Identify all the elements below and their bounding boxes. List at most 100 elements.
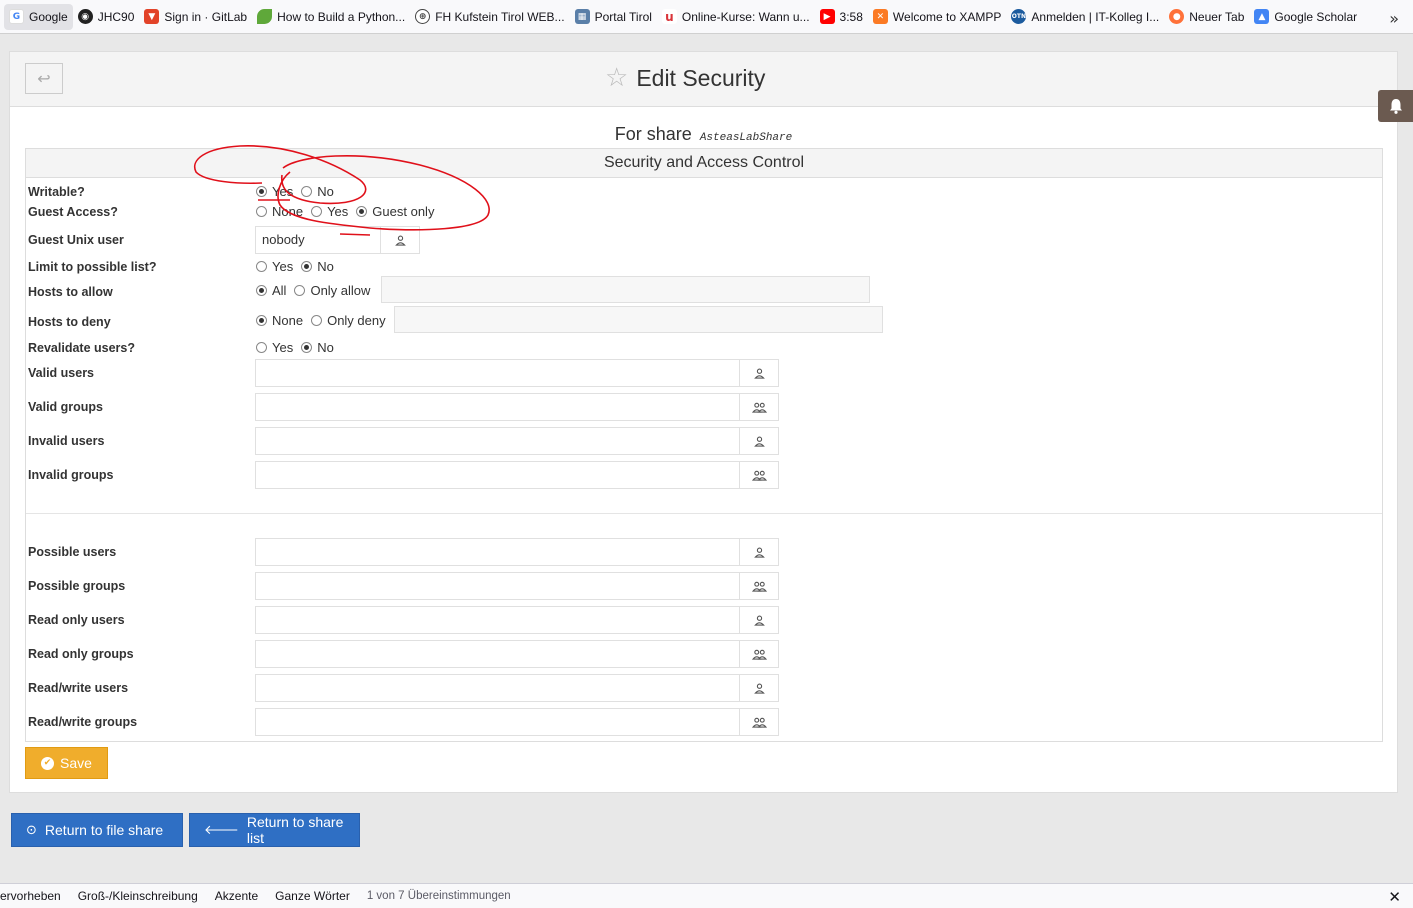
bookmark-google[interactable]: G Google [4, 3, 73, 30]
guest-access-yes-radio[interactable]: Yes [311, 204, 348, 219]
user-chooser-button[interactable] [739, 675, 778, 701]
invalid-users-input[interactable] [256, 428, 739, 454]
bookmarks-bar: G Google ◉ JHC90 ▼ Sign in · GitLab How to … [0, 0, 1413, 34]
return-to-share-list-button[interactable]: 🡐 Return to share list [189, 813, 360, 847]
bookmark-label: JHC90 [97, 9, 135, 24]
bookmark-portal-tirol[interactable]: ▦ Portal Tirol [570, 4, 657, 30]
hosts-allow-only-radio[interactable]: Only allow [294, 283, 370, 298]
return-to-file-share-button[interactable]: ⊙ Return to file share [11, 813, 183, 847]
limit-possible-yes-radio[interactable]: Yes [256, 259, 293, 274]
read-write-users-input[interactable] [256, 675, 739, 701]
youtube-icon: ▶ [819, 9, 835, 24]
user-chooser-button[interactable] [380, 227, 419, 253]
revalidate-yes-radio[interactable]: Yes [256, 340, 293, 355]
user-chooser-button[interactable] [739, 360, 778, 386]
hosts-deny-none-radio[interactable]: None [256, 313, 303, 328]
close-icon[interactable]: ✕ [1388, 888, 1401, 906]
valid-groups-field [255, 393, 779, 421]
section-title: Security and Access Control [26, 149, 1382, 178]
hosts-deny-label: Hosts to deny [28, 315, 111, 329]
read-write-users-label: Read/write users [28, 681, 129, 695]
valid-users-input[interactable] [256, 360, 739, 386]
bookmark-youtube[interactable]: ▶ 3:58 [815, 4, 868, 30]
group-chooser-button[interactable] [739, 462, 778, 488]
user-icon [753, 683, 765, 694]
back-button[interactable]: ↩ [25, 63, 63, 94]
bookmark-google-scholar[interactable]: ▲ Google Scholar [1249, 4, 1362, 30]
hosts-allow-all-radio[interactable]: All [256, 283, 286, 298]
possible-groups-input[interactable] [256, 573, 739, 599]
writable-yes-radio[interactable]: Yes [256, 184, 293, 199]
guest-access-none-radio[interactable]: None [256, 204, 303, 219]
bookmark-python[interactable]: How to Build a Python... [252, 4, 410, 30]
hosts-allow-input[interactable] [381, 276, 870, 303]
writable-radio-group: Yes No [256, 184, 342, 199]
group-chooser-button[interactable] [739, 573, 778, 599]
group-chooser-button[interactable] [739, 709, 778, 735]
bookmark-neuer-tab[interactable]: ● Neuer Tab [1164, 4, 1249, 30]
read-write-groups-input[interactable] [256, 709, 739, 735]
radio-dot [256, 285, 267, 296]
invalid-users-label: Invalid users [28, 434, 105, 448]
match-case-toggle[interactable]: Groß-/Kleinschreibung [78, 889, 198, 903]
revalidate-label: Revalidate users? [28, 341, 135, 355]
read-only-groups-input[interactable] [256, 641, 739, 667]
bookmark-xampp[interactable]: ✕ Welcome to XAMPP [868, 4, 1006, 30]
radio-label: Yes [272, 184, 294, 199]
read-only-groups-label: Read only groups [28, 647, 134, 661]
group-icon [751, 649, 767, 660]
possible-users-input[interactable] [256, 539, 739, 565]
match-diacritics-toggle[interactable]: Akzente [215, 889, 258, 903]
bookmark-online-kurse[interactable]: u Online-Kurse: Wann u... [657, 4, 815, 30]
guest-unix-user-label: Guest Unix user [28, 233, 124, 247]
valid-groups-input[interactable] [256, 394, 739, 420]
save-button[interactable]: ✔ Save [25, 747, 108, 779]
star-icon[interactable]: ☆ [605, 63, 628, 93]
bookmark-jhc90[interactable]: ◉ JHC90 [73, 4, 140, 30]
group-chooser-button[interactable] [739, 394, 778, 420]
hosts-allow-radio-group: All Only allow [256, 283, 378, 298]
page-title-text: Edit Security [636, 64, 766, 91]
bookmark-gitlab[interactable]: ▼ Sign in · GitLab [139, 4, 252, 30]
group-chooser-button[interactable] [739, 641, 778, 667]
share-heading: For share AsteasLabShare [10, 124, 1397, 145]
back-arrow-icon: ↩ [37, 69, 51, 88]
guest-access-guest-only-radio[interactable]: Guest only [356, 204, 434, 219]
highlight-all-toggle[interactable]: ervorheben [0, 889, 61, 903]
bookmark-label: Anmelden | IT-Kolleg I... [1031, 9, 1160, 24]
notification-button[interactable] [1378, 90, 1413, 122]
bookmark-label: Google [29, 9, 68, 24]
read-only-users-label: Read only users [28, 613, 125, 627]
radio-dot [301, 261, 313, 272]
panel-header: ↩ ☆ Edit Security [10, 52, 1397, 107]
more-bookmarks-icon[interactable]: » [1389, 9, 1399, 28]
invalid-groups-field [255, 461, 779, 489]
writable-no-radio[interactable]: No [301, 184, 334, 199]
whole-words-toggle[interactable]: Ganze Wörter [275, 889, 350, 903]
limit-possible-radio-group: Yes No [256, 259, 342, 274]
user-chooser-button[interactable] [739, 428, 778, 454]
edit-security-panel: ↩ ☆ Edit Security For share AsteasLabSha… [9, 51, 1398, 793]
user-icon [394, 235, 406, 246]
user-icon [753, 368, 765, 379]
invalid-groups-input[interactable] [256, 462, 739, 488]
bookmark-it-kolleg[interactable]: OTN Anmelden | IT-Kolleg I... [1006, 4, 1164, 30]
bookmark-fh-kufstein[interactable]: ⊕ FH Kufstein Tirol WEB... [410, 4, 569, 30]
radio-dot [294, 285, 306, 296]
circle-arrow-icon: ⊙ [26, 822, 37, 838]
user-icon [753, 615, 765, 626]
revalidate-no-radio[interactable]: No [301, 340, 334, 355]
hosts-deny-only-radio[interactable]: Only deny [311, 313, 386, 328]
radio-dot [311, 315, 323, 326]
guest-unix-user-input[interactable]: nobody [256, 227, 380, 253]
guest-unix-user-field: nobody [255, 226, 420, 254]
user-chooser-button[interactable] [739, 607, 778, 633]
read-only-users-input[interactable] [256, 607, 739, 633]
invalid-groups-label: Invalid groups [28, 468, 114, 482]
limit-possible-label: Limit to possible list? [28, 260, 157, 274]
limit-possible-no-radio[interactable]: No [301, 259, 334, 274]
security-section: Security and Access Control Writable? Ye… [25, 148, 1383, 742]
radio-label: All [272, 283, 287, 298]
hosts-deny-input[interactable] [394, 306, 883, 333]
user-chooser-button[interactable] [739, 539, 778, 565]
